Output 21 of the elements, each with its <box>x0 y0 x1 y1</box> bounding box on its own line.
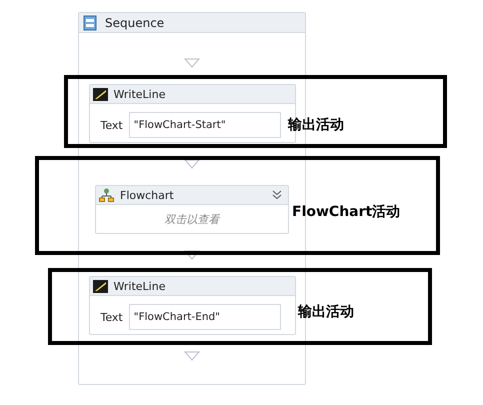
sequence-icon <box>83 14 97 30</box>
activity-title: WriteLine <box>114 280 166 292</box>
writeline-activity[interactable]: WriteLine Text "FlowChart-End" <box>88 276 296 335</box>
sequence-title: Sequence <box>105 16 164 30</box>
drop-target-icon <box>184 351 200 361</box>
field-label: Text <box>100 310 123 324</box>
drop-target-icon <box>184 58 200 68</box>
annotation-label: FlowChart活动 <box>292 203 400 221</box>
drop-target-icon <box>184 159 200 169</box>
expand-hint: 双击以查看 <box>164 212 220 226</box>
flowchart-icon <box>99 188 114 202</box>
field-label: Text <box>100 118 123 132</box>
flowchart-activity[interactable]: Flowchart 双击以查看 <box>95 185 289 234</box>
text-field[interactable]: "FlowChart-End" <box>128 304 280 330</box>
activity-title: WriteLine <box>114 88 166 100</box>
expand-icon[interactable] <box>272 190 282 200</box>
activity-title: Flowchart <box>120 188 174 202</box>
text-field[interactable]: "FlowChart-Start" <box>128 112 280 138</box>
pen-icon <box>92 280 108 292</box>
pen-icon <box>92 88 108 100</box>
annotation-label: 输出活动 <box>298 303 354 321</box>
